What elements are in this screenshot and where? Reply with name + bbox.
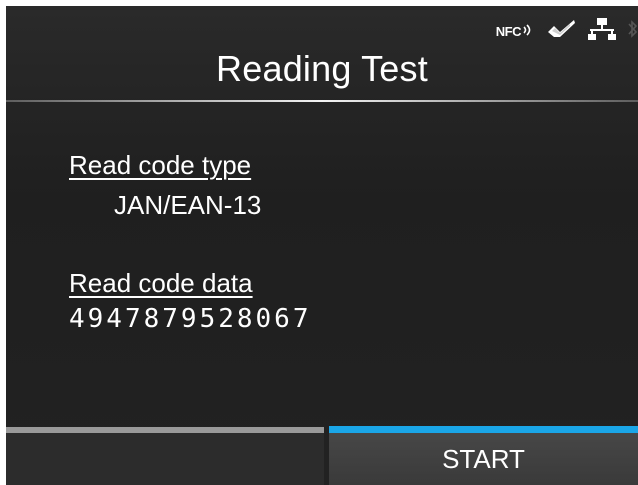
start-button[interactable]: START (329, 433, 638, 485)
status-icons: NFC (496, 16, 638, 46)
network-icon (588, 17, 616, 46)
header-divider (6, 100, 638, 102)
nfc-waves-icon (523, 24, 531, 36)
read-code-data-value: 4947879528067 (69, 304, 312, 334)
page-title: Reading Test (216, 48, 428, 89)
read-code-type-label: Read code type (69, 150, 252, 180)
printer-screen: NFC Reading Test Read code type JAN/EAN-… (6, 6, 638, 485)
nfc-label: NFC (495, 23, 522, 39)
nfc-icon: NFC (496, 24, 534, 39)
right-softkey-indicator (329, 426, 638, 433)
left-softkey-button[interactable] (6, 433, 324, 485)
read-code-type-value: JAN/EAN-13 (114, 190, 262, 220)
checkmark-tag-icon (546, 18, 576, 45)
bluetooth-icon (628, 18, 638, 45)
read-code-data-label: Read code data (69, 268, 253, 298)
header: NFC Reading Test (6, 6, 638, 102)
